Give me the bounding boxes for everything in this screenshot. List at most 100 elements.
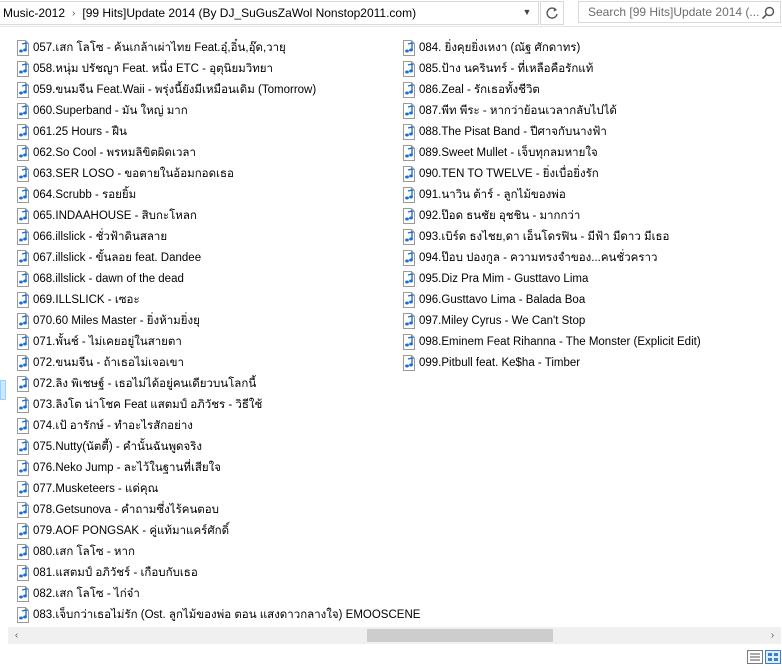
audio-file-icon [17, 144, 29, 161]
file-name: 058.หนุ่ม ปรัชญา Feat. หนึ่ง ETC - อุตุน… [33, 62, 273, 75]
file-item[interactable]: 089.Sweet Mullet - เจ็บทุกลมหายใจ [401, 142, 705, 163]
file-name: 079.AOF PONGSAK - คู่แท้มาแคร์ศักดิ์ [33, 524, 230, 537]
navigation-pane-edge [0, 27, 7, 625]
refresh-icon[interactable] [540, 1, 564, 25]
file-item[interactable]: 092.ป๊อด ธนชัย อุชชิน - มากกว่า [401, 205, 705, 226]
navigation-pane-selected-item[interactable] [0, 380, 6, 400]
file-name: 070.60 Miles Master - ยิ่งห้ามยิ่งยุ [33, 314, 200, 327]
audio-file-icon [403, 39, 415, 56]
search-input[interactable]: Search [99 Hits]Update 2014 (... [579, 5, 760, 19]
horizontal-scrollbar[interactable]: ‹ › [8, 627, 781, 644]
file-item[interactable]: 083.เจ็บกว่าเธอไม่รัก (Ost. ลูกไม้ของพ่อ… [15, 604, 424, 625]
file-item[interactable]: 087.พีท พีระ - หากว่าย้อนเวลากลับไปได้ [401, 100, 705, 121]
file-item[interactable]: 074.เป้ อารักษ์ - ทำอะไรสักอย่าง [15, 415, 424, 436]
file-item[interactable]: 072.ขนมจีน - ถ้าเธอไม่เจอเขา [15, 352, 424, 373]
audio-file-icon [17, 543, 29, 560]
file-name: 063.SER LOSO - ขอตายในอ้อมกอดเธอ [33, 167, 234, 180]
file-item[interactable]: 078.Getsunova - คำถามซึ่งไร้คนตอบ [15, 499, 424, 520]
status-bar [0, 645, 782, 671]
file-item[interactable]: 094.ป๊อบ ปองกูล - ความทรงจำของ...คนชั่วค… [401, 247, 705, 268]
file-name: 093.เบิร์ด ธงไชย,ดา เอ็นโดรฟิน - มีฟ้า ม… [419, 230, 670, 243]
audio-file-icon [17, 60, 29, 77]
audio-file-icon [403, 270, 415, 287]
file-item[interactable]: 072.ลิง พิเชษฐ์ - เธอไม่ได้อยู่คนเดียวบน… [15, 373, 424, 394]
audio-file-icon [17, 375, 29, 392]
file-item[interactable]: 057.เสก โลโซ - ค้นเกล้าเผ่าไทย Feat.อุ๋,… [15, 37, 424, 58]
file-item[interactable]: 081.แสตมป์ อภิวัชร์ - เกือบกับเธอ [15, 562, 424, 583]
scroll-right-icon[interactable]: › [764, 627, 781, 644]
file-name: 083.เจ็บกว่าเธอไม่รัก (Ost. ลูกไม้ของพ่อ… [33, 608, 421, 621]
audio-file-icon [17, 165, 29, 182]
audio-file-icon [403, 144, 415, 161]
file-name: 090.TEN TO TWELVE - ยิ่งเบื่อยิ่งรัก [419, 167, 599, 180]
file-name: 068.illslick - dawn of the dead [33, 272, 184, 285]
file-name: 080.เสก โลโซ - หาก [33, 545, 135, 558]
file-item[interactable]: 061.25 Hours - ฝืน [15, 121, 424, 142]
file-item[interactable]: 098.Eminem Feat Rihanna - The Monster (E… [401, 331, 705, 352]
file-item[interactable]: 060.Superband - มัน ใหญ่ มาก [15, 100, 424, 121]
search-icon[interactable] [760, 5, 776, 21]
scrollbar-thumb[interactable] [367, 629, 553, 642]
scroll-left-icon[interactable]: ‹ [8, 627, 25, 644]
file-item[interactable]: 076.Neko Jump - ละไว้ในฐานที่เสียใจ [15, 457, 424, 478]
breadcrumb-item-music-2012[interactable]: Music-2012 [0, 6, 68, 20]
file-item[interactable]: 082.เสก โลโซ - ไก่จ๋า [15, 583, 424, 604]
file-item[interactable]: 077.Musketeers - แด่คุณ [15, 478, 424, 499]
audio-file-icon [17, 354, 29, 371]
file-item[interactable]: 095.Diz Pra Mim - Gusttavo Lima [401, 268, 705, 289]
file-item[interactable]: 066.illslick - ชั่วฟ้าดินสลาย [15, 226, 424, 247]
audio-file-icon [17, 102, 29, 119]
file-item[interactable]: 075.Nutty(นัตตี้) - คำนั้นฉันพูดจริง [15, 436, 424, 457]
file-item[interactable]: 079.AOF PONGSAK - คู่แท้มาแคร์ศักดิ์ [15, 520, 424, 541]
audio-file-icon [17, 480, 29, 497]
breadcrumb[interactable]: Music-2012 › [99 Hits]Update 2014 (By DJ… [0, 1, 539, 25]
breadcrumb-separator-icon[interactable]: › [68, 8, 79, 19]
file-name: 086.Zeal - รักเธอทั้งชีวิต [419, 83, 540, 96]
audio-file-icon [17, 123, 29, 140]
file-name: 072.ขนมจีน - ถ้าเธอไม่เจอเขา [33, 356, 184, 369]
file-item[interactable]: 088.The Pisat Band - ปีศาจกับนางฟ้า [401, 121, 705, 142]
file-item[interactable]: 091.นาวิน ต้าร์ - ลูกไม้ของพ่อ [401, 184, 705, 205]
file-item[interactable]: 070.60 Miles Master - ยิ่งห้ามยิ่งยุ [15, 310, 424, 331]
audio-file-icon [403, 249, 415, 266]
search-box[interactable]: Search [99 Hits]Update 2014 (... [578, 1, 781, 23]
large-icons-view-icon[interactable] [765, 650, 781, 664]
file-item[interactable]: 067.illslick - ขั้นลอย feat. Dandee [15, 247, 424, 268]
file-item[interactable]: 065.INDAAHOUSE - สิบกะโหลก [15, 205, 424, 226]
file-list-view[interactable]: 057.เสก โลโซ - ค้นเกล้าเผ่าไทย Feat.อุ๋,… [8, 27, 782, 625]
file-item[interactable]: 071.พั้นช์ - ไม่เคยอยู่ในสายตา [15, 331, 424, 352]
file-item[interactable]: 097.Miley Cyrus - We Can't Stop [401, 310, 705, 331]
file-item[interactable]: 069.ILLSLICK - เซอะ [15, 289, 424, 310]
file-item[interactable]: 085.ป้าง นครินทร์ - ที่เหลือคือรักแท้ [401, 58, 705, 79]
file-name: 067.illslick - ขั้นลอย feat. Dandee [33, 251, 202, 264]
audio-file-icon [403, 312, 415, 329]
chevron-down-icon[interactable]: ▼ [517, 1, 537, 23]
file-item[interactable]: 064.Scrubb - รอยยิ้ม [15, 184, 424, 205]
audio-file-icon [17, 207, 29, 224]
file-name: 061.25 Hours - ฝืน [33, 125, 127, 138]
file-item[interactable]: 086.Zeal - รักเธอทั้งชีวิต [401, 79, 705, 100]
file-name: 066.illslick - ชั่วฟ้าดินสลาย [33, 230, 168, 243]
breadcrumb-item-current-folder[interactable]: [99 Hits]Update 2014 (By DJ_SuGusZaWol N… [79, 6, 419, 20]
file-item[interactable]: 096.Gusttavo Lima - Balada Boa [401, 289, 705, 310]
file-item[interactable]: 084. ยิ่งคุยยิ่งเหงา (ณัฐ ศักดาทร) [401, 37, 705, 58]
file-item[interactable]: 093.เบิร์ด ธงไชย,ดา เอ็นโดรฟิน - มีฟ้า ม… [401, 226, 705, 247]
audio-file-icon [17, 186, 29, 203]
details-view-icon[interactable] [747, 650, 763, 664]
audio-file-icon [17, 564, 29, 581]
file-item[interactable]: 073.ลิงโต น่าโชค Feat แสตมป์ อภิวัชร - ว… [15, 394, 424, 415]
file-item[interactable]: 099.Pitbull feat. Ke$ha - Timber [401, 352, 705, 373]
file-item[interactable]: 090.TEN TO TWELVE - ยิ่งเบื่อยิ่งรัก [401, 163, 705, 184]
file-item[interactable]: 059.ขนมจีน Feat.Waii - พรุ่งนี้ยังมีเหมื… [15, 79, 424, 100]
audio-file-icon [403, 186, 415, 203]
file-item[interactable]: 062.So Cool - พรหมลิขิตผิดเวลา [15, 142, 424, 163]
file-item[interactable]: 058.หนุ่ม ปรัชญา Feat. หนึ่ง ETC - อุตุน… [15, 58, 424, 79]
file-item[interactable]: 080.เสก โลโซ - หาก [15, 541, 424, 562]
file-item[interactable]: 068.illslick - dawn of the dead [15, 268, 424, 289]
audio-file-icon [17, 228, 29, 245]
file-item[interactable]: 063.SER LOSO - ขอตายในอ้อมกอดเธอ [15, 163, 424, 184]
audio-file-icon [17, 438, 29, 455]
file-name: 071.พั้นช์ - ไม่เคยอยู่ในสายตา [33, 335, 182, 348]
file-name: 076.Neko Jump - ละไว้ในฐานที่เสียใจ [33, 461, 221, 474]
file-name: 057.เสก โลโซ - ค้นเกล้าเผ่าไทย Feat.อุ๋,… [33, 41, 286, 54]
